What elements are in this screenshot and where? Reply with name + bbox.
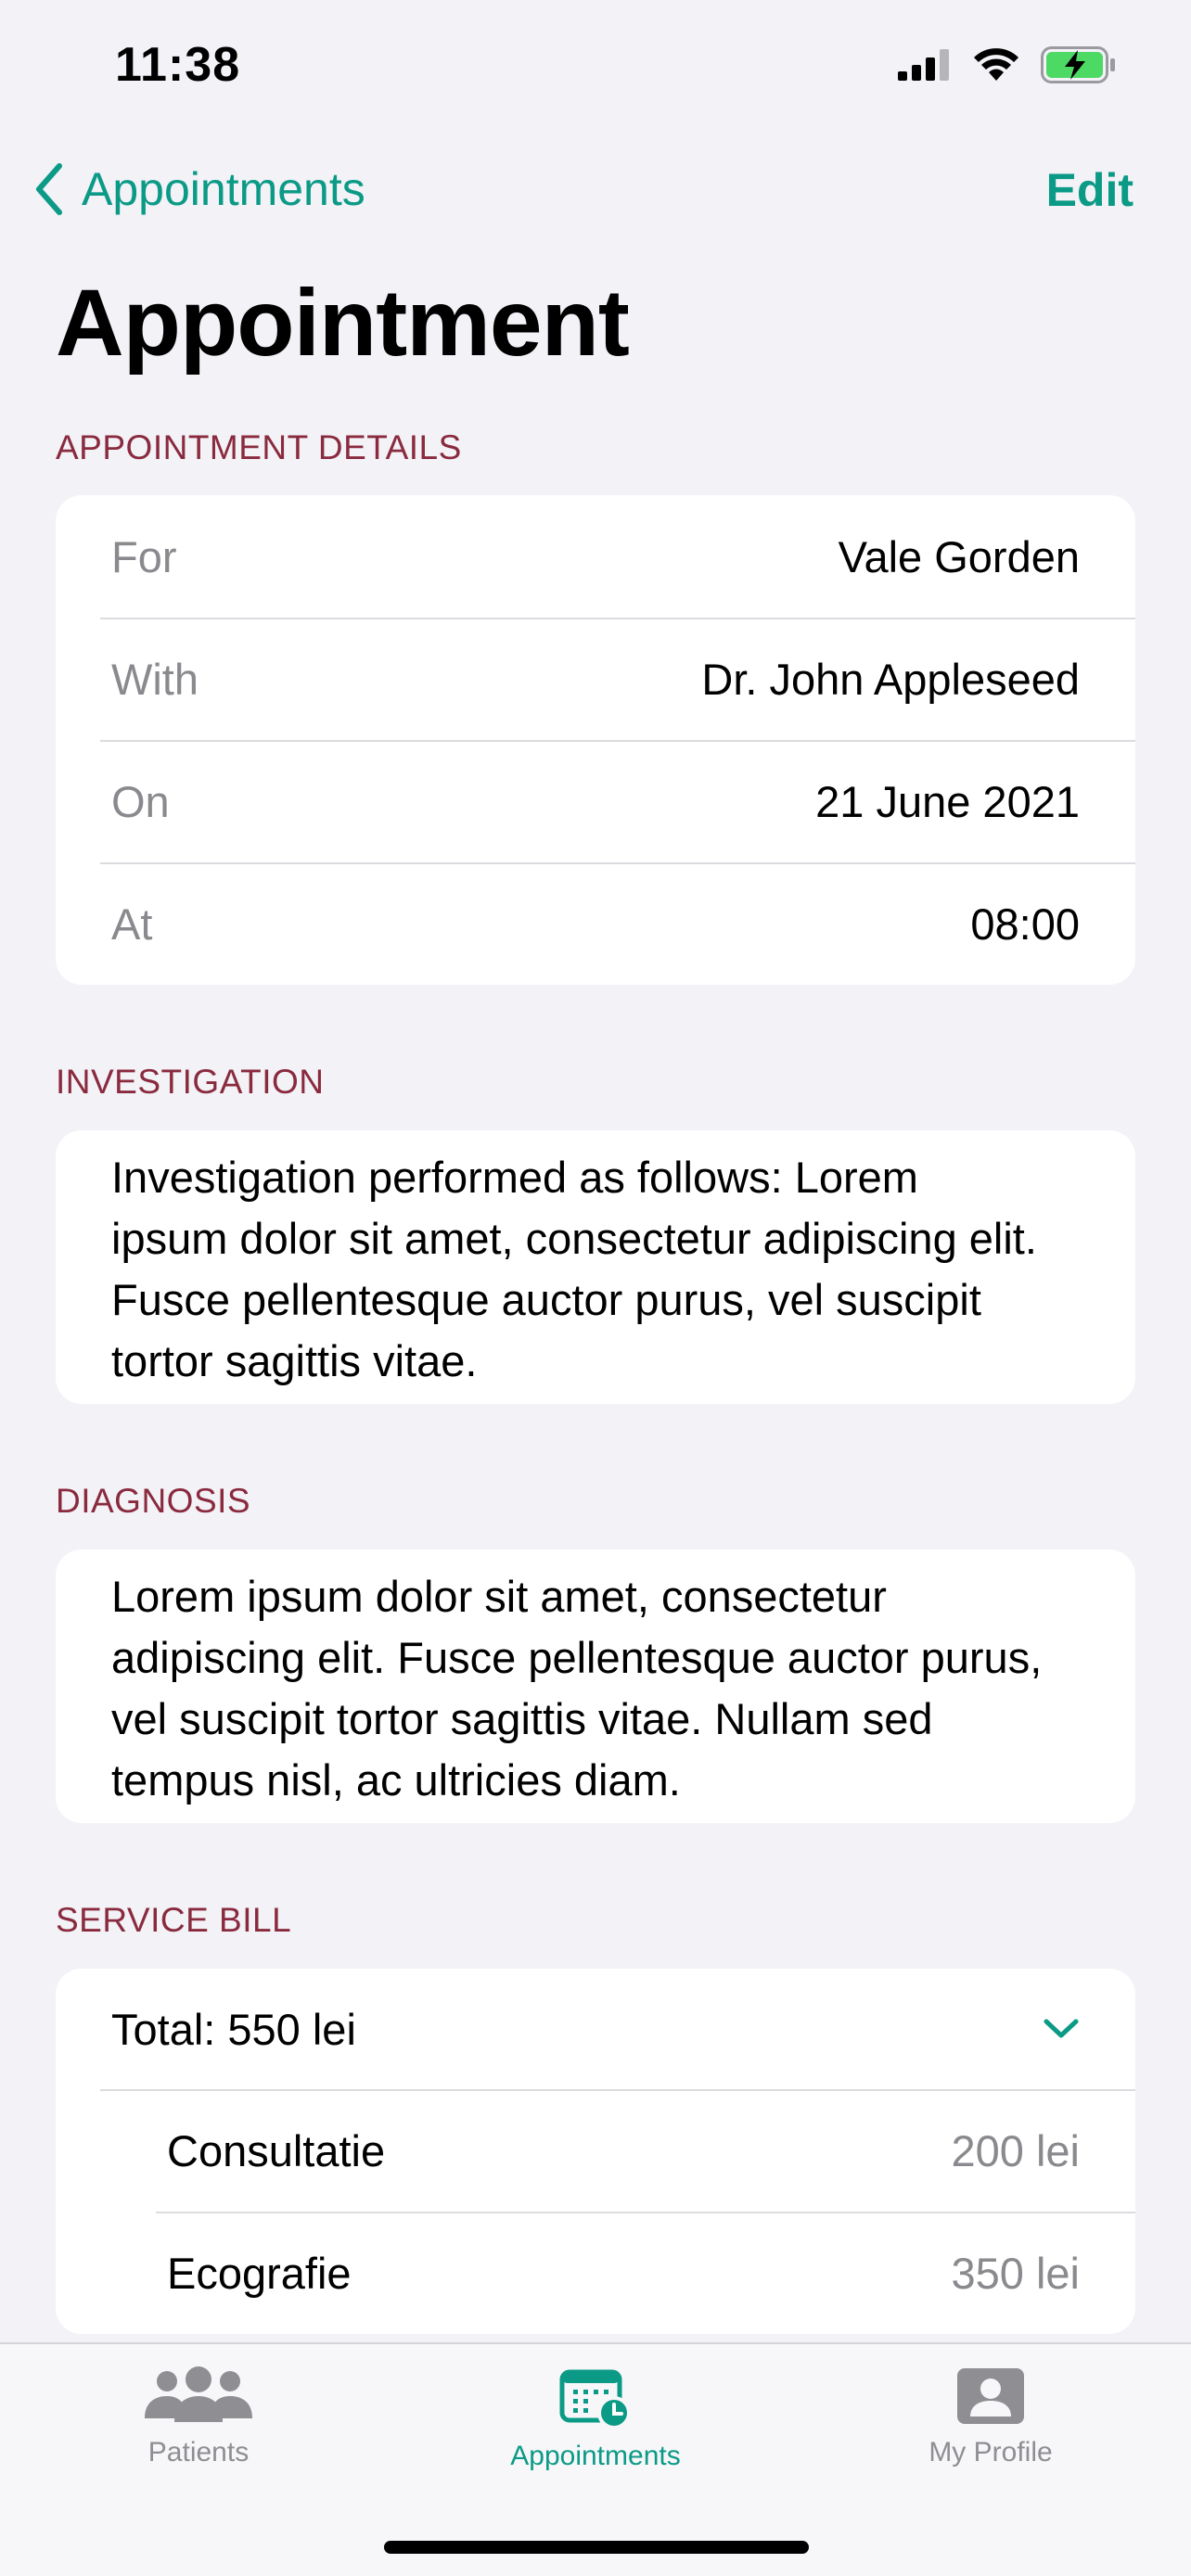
bill-card: Total: 550 lei Consultatie 200 lei Ecogr… — [56, 1969, 1135, 2334]
diagnosis-card: Lorem ipsum dolor sit amet, consectetur … — [56, 1549, 1135, 1823]
status-icons — [898, 46, 1117, 83]
wifi-icon — [974, 48, 1018, 81]
tab-patients[interactable]: Patients — [59, 2366, 338, 2468]
chevron-left-icon — [36, 163, 62, 215]
tab-label: Appointments — [510, 2441, 681, 2471]
details-section-header: APPOINTMENT DETAILS — [56, 428, 462, 466]
details-row-on: On 21 June 2021 — [56, 740, 1135, 862]
person-card-icon — [957, 2368, 1024, 2424]
edit-button[interactable]: Edit — [1046, 163, 1133, 217]
tab-appointments[interactable]: Appointments — [456, 2366, 735, 2472]
details-label-at: At — [111, 899, 153, 949]
details-card: For Vale Gorden With Dr. John Appleseed … — [56, 495, 1135, 985]
battery-charging-icon — [1041, 46, 1115, 83]
details-value-with: Dr. John Appleseed — [701, 654, 1080, 704]
cellular-signal-icon — [898, 49, 949, 81]
bill-total-label: Total: 550 lei — [111, 2004, 356, 2054]
details-value-at: 08:00 — [970, 899, 1080, 949]
bill-item: Consultatie 200 lei — [56, 2089, 1135, 2212]
people-icon — [145, 2366, 252, 2422]
home-indicator — [384, 2541, 809, 2554]
diagnosis-section-header: DIAGNOSIS — [56, 1482, 251, 1520]
back-button-label: Appointments — [82, 163, 365, 215]
details-value-on: 21 June 2021 — [815, 776, 1080, 826]
investigation-card: Investigation performed as follows: Lore… — [56, 1130, 1135, 1404]
bill-item-name: Ecografie — [167, 2248, 352, 2298]
diagnosis-text: Lorem ipsum dolor sit amet, consectetur … — [111, 1572, 1043, 1804]
details-value-for: Vale Gorden — [838, 531, 1080, 581]
details-label-on: On — [111, 776, 170, 826]
investigation-text: Investigation performed as follows: Lore… — [111, 1153, 1037, 1385]
details-label-with: With — [111, 654, 198, 704]
details-label-for: For — [111, 531, 177, 581]
appointment-screen: 11:38 Appointments Edit Appointment APPO… — [0, 0, 1191, 2576]
details-row-at: At 08:00 — [56, 862, 1135, 985]
bill-item-price: 350 lei — [951, 2248, 1081, 2298]
tab-label: My Profile — [928, 2437, 1053, 2468]
tab-label: Patients — [147, 2437, 250, 2468]
page-title: Appointment — [56, 270, 630, 376]
bill-item: Ecografie 350 lei — [56, 2212, 1135, 2334]
tab-my-profile[interactable]: My Profile — [852, 2366, 1130, 2468]
details-row-with: With Dr. John Appleseed — [56, 618, 1135, 740]
details-row-for: For Vale Gorden — [56, 495, 1135, 618]
bill-total-row[interactable]: Total: 550 lei — [56, 1969, 1135, 2089]
back-button[interactable]: Appointments — [33, 162, 365, 216]
status-time: 11:38 — [115, 38, 241, 92]
bill-item-price: 200 lei — [951, 2125, 1081, 2175]
investigation-section-header: INVESTIGATION — [56, 1063, 325, 1101]
chevron-down-icon — [1044, 2019, 1079, 2038]
calendar-clock-icon — [559, 2369, 631, 2429]
bill-item-name: Consultatie — [167, 2125, 386, 2175]
bill-section-header: SERVICE BILL — [56, 1901, 292, 1939]
